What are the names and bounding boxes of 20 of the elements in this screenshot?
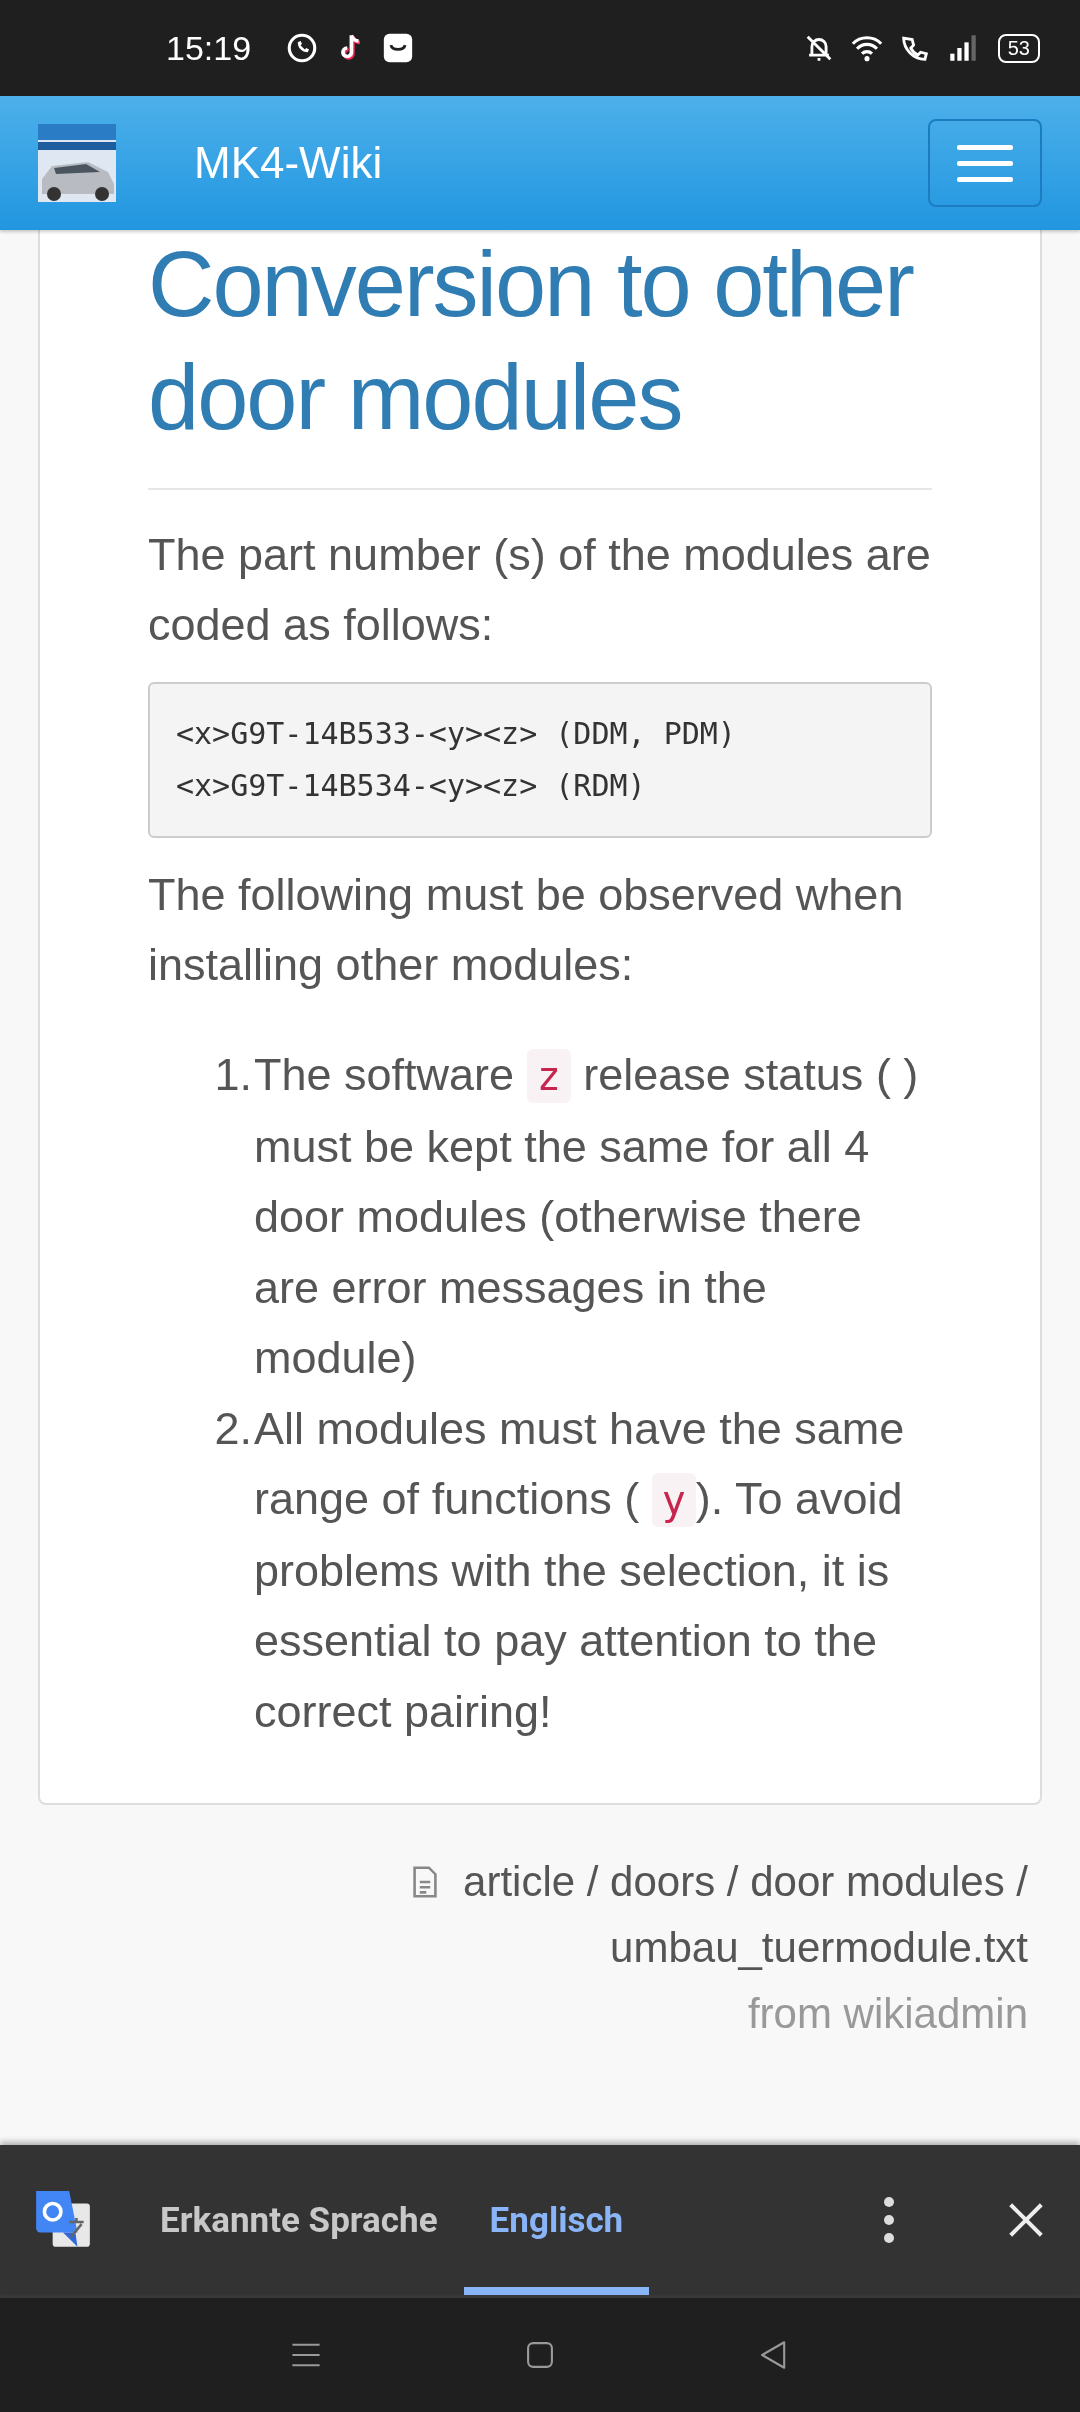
list-number: 2. bbox=[213, 1401, 252, 1456]
code-line: <x>G9T-14B534-<y><z> (RDM) bbox=[176, 767, 647, 805]
paragraph: The following must be observed when installing other modules: bbox=[148, 868, 905, 992]
menu-button[interactable] bbox=[928, 119, 1042, 207]
list-item-text: The software z release status ( ) must be kept the same for all 4 door modules (otherwise there are error messages in the module) bbox=[254, 1048, 920, 1385]
battery-indicator: 53 bbox=[997, 33, 1040, 63]
author-text: from wikiadmin bbox=[747, 1989, 1028, 2039]
clock: 15:19 bbox=[166, 28, 252, 68]
article-heading: Conversion to other door modules bbox=[148, 232, 915, 450]
menu-icon bbox=[956, 143, 1014, 183]
list-item-text: All modules must have the same range of functions ( y ). To avoid problems with the selection, it is essential to pay attention to the correct pairing! bbox=[254, 1401, 906, 1739]
list-number: 1. bbox=[213, 1048, 252, 1102]
more-options-icon[interactable] bbox=[882, 2196, 896, 2244]
file-icon bbox=[412, 1865, 438, 1899]
file-path: article / doors / door modules / umbau_tuermodule.txt bbox=[462, 1857, 1028, 1973]
code-line: <x>G9T-14B533-<y><z> (DDM, PDM) bbox=[176, 715, 737, 753]
close-icon[interactable] bbox=[1008, 2202, 1044, 2238]
paragraph: The part number (s) of the modules are coded as follows: bbox=[148, 528, 932, 652]
language-tab[interactable]: Erkannte Sprache bbox=[134, 2145, 464, 2295]
logo-icon bbox=[38, 124, 116, 202]
